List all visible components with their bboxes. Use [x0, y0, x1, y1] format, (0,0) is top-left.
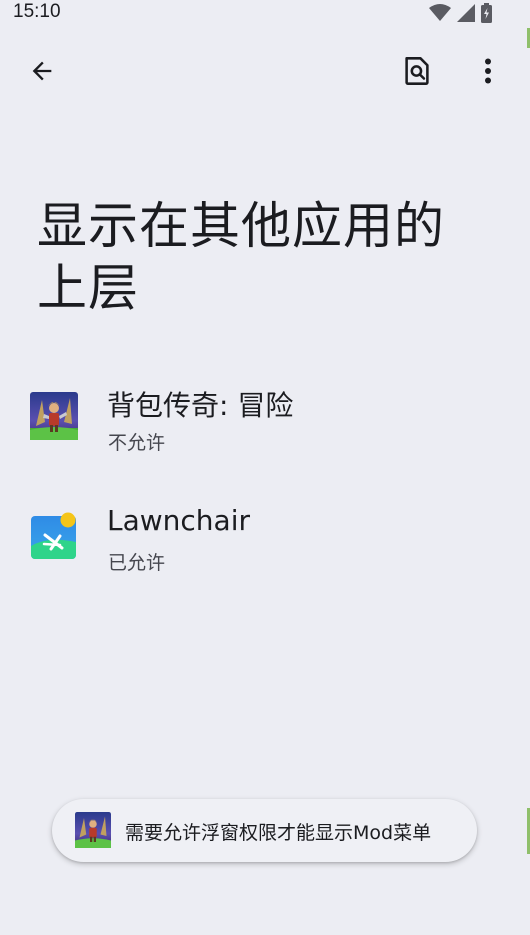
lawnchair-icon — [30, 512, 78, 560]
search-button[interactable] — [393, 47, 441, 95]
more-options-button[interactable] — [464, 47, 512, 95]
app-list-item[interactable]: Lawnchair 已允许 — [0, 498, 530, 582]
page-title-line-1: 显示在其他应用的 — [37, 197, 445, 255]
game-hero-icon — [30, 392, 78, 440]
status-bar: 15:10 — [0, 0, 530, 28]
page-title-line-2: 上层 — [37, 259, 139, 317]
toast-text: 需要允许浮窗权限才能显示Mod菜单 — [125, 822, 432, 844]
battery-icon — [481, 3, 492, 27]
app-name: Lawnchair — [107, 504, 250, 537]
more-vert-icon — [485, 58, 491, 84]
wifi-icon — [429, 4, 451, 26]
status-icons — [429, 3, 492, 27]
signal-icon — [457, 4, 475, 26]
arrow-back-icon — [32, 61, 52, 81]
toast-message: 需要允许浮窗权限才能显示Mod菜单 — [52, 799, 477, 862]
page-title: 显示在其他应用的 上层 — [37, 195, 477, 319]
back-button[interactable] — [18, 47, 66, 95]
app-list-item[interactable]: 背包传奇: 冒险 不允许 — [0, 378, 530, 462]
app-name: 背包传奇: 冒险 — [107, 389, 294, 422]
game-hero-icon — [75, 812, 111, 848]
app-permission-status: 不允许 — [108, 432, 166, 454]
app-bar — [0, 44, 530, 100]
status-time: 15:10 — [13, 1, 61, 22]
app-permission-status: 已允许 — [108, 552, 166, 574]
search-in-page-icon — [405, 57, 429, 85]
